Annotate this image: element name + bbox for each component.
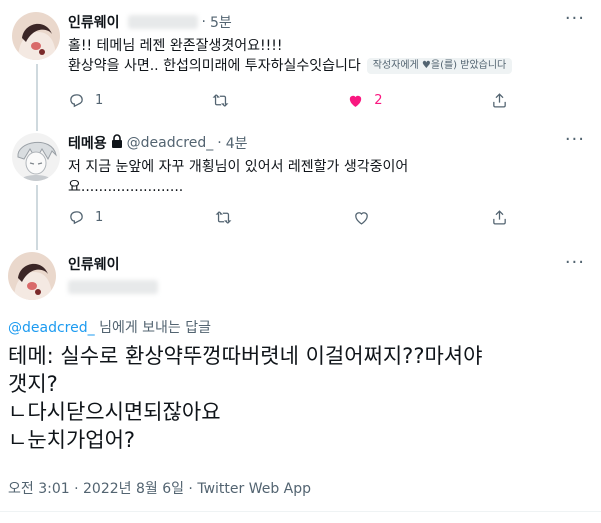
tweet-line-wrap: 환상약을 사면.. 한섭의미래에 투자하실수잇습니다 작성자에게 ♥을(를) 받았… [68,56,588,76]
avatar[interactable] [8,252,56,300]
reply-icon [70,211,83,225]
tweet-line: 환상약을 사면.. 한섭의미래에 투자하실수잇습니다 [68,58,361,74]
separator-dot: · [201,14,206,30]
retweet-icon [215,211,231,224]
main-tweet-text: 테메: 실수로 환상약뚜껑따버렷네 이걸어쩌지??마셔야 갯지? ㄴ다시닫으시면… [8,342,593,454]
display-name[interactable]: 인류웨이 [68,12,120,32]
separator-dot: · [217,135,222,151]
replying-to: @deadcred_ 님에게 보내는 답글 [8,317,211,337]
divider [0,511,601,512]
tweet-2[interactable]: 테메용 @deadcred_ · 4분 ··· 저 지금 눈앞에 자꾸 개횡님이… [0,125,601,240]
like-button[interactable]: 2 [347,92,383,109]
like-button[interactable] [353,209,380,226]
tweet-line: 홀!! 테메님 레젠 완존잘생겻어요!!!! [68,38,283,54]
thread-line [36,240,38,250]
reply-button[interactable]: 1 [68,92,103,109]
tweet-line: 요....................... [68,179,184,195]
tweet-header: 인류웨이 [68,254,158,294]
author-liked-badge: 작성자에게 ♥을(를) 받았습니다 [366,58,513,74]
share-button[interactable] [491,209,508,226]
avatar-image [12,12,60,60]
blurred-handle [127,15,198,29]
avatar-image [12,133,60,181]
tweet-line: 갯지? [8,372,58,396]
thread-line [36,185,38,240]
tweet-text: 저 지금 눈앞에 자꾸 개횡님이 있어서 레젠할가 생각중이어 요.......… [68,157,588,197]
reply-button[interactable]: 1 [68,209,103,226]
tweet-1[interactable]: 인류웨이 · 5분 ··· 홀!! 테메님 레젠 완존잘생겻어요!!!! 환상약… [0,0,601,125]
tweet-line: ㄴ눈치가업어? [8,428,136,452]
reply-count: 1 [95,210,104,225]
replying-to-label: 님에게 보내는 답글 [99,320,212,336]
tweet-time[interactable]: 5분 [210,12,232,32]
heart-icon [354,212,368,225]
tweet-text: 홀!! 테메님 레젠 완존잘생겻어요!!!! 환상약을 사면.. 한섭의미래에 … [68,36,588,76]
tweet-time[interactable]: 4분 [226,133,248,153]
reply-count: 1 [95,93,104,108]
reply-icon [70,94,83,108]
tweet-header: 테메용 @deadcred_ · 4분 [68,133,248,153]
thread-line [36,125,38,131]
retweet-icon [212,94,229,107]
like-count: 2 [374,93,383,108]
action-bar: 1 2 [68,92,508,109]
share-icon [493,210,506,225]
avatar-image [8,252,56,300]
avatar[interactable] [12,12,60,60]
tweet-line: 저 지금 눈앞에 자꾸 개횡님이 있어서 레젠할가 생각중이어 [68,159,409,175]
blurred-handle [68,280,158,294]
display-name[interactable]: 테메용 [68,133,107,153]
tweet-line: ㄴ다시닫으시면되잖아요 [8,400,221,424]
share-icon [493,93,506,108]
retweet-button[interactable] [212,92,239,109]
tweet-header: 인류웨이 · 5분 [68,12,232,32]
avatar[interactable] [12,133,60,181]
tweet-timestamp[interactable]: 오전 3:01 · 2022년 8월 6일 · Twitter Web App [8,478,311,498]
mention-link[interactable]: @deadcred_ [8,320,95,336]
more-icon[interactable]: ··· [565,8,585,29]
display-name[interactable]: 인류웨이 [68,254,120,274]
heart-filled-icon [350,95,362,107]
retweet-button[interactable] [215,209,242,226]
share-button[interactable] [491,92,508,109]
more-icon[interactable]: ··· [565,129,585,150]
more-icon[interactable]: ··· [565,252,585,273]
tweet-line: 테메: 실수로 환상약뚜껑따버렷네 이걸어쩌지??마셔야 [8,344,483,368]
lock-icon [111,134,123,152]
user-handle[interactable]: @deadcred_ [127,135,214,151]
action-bar: 1 [68,209,508,226]
thread-line [36,64,38,125]
